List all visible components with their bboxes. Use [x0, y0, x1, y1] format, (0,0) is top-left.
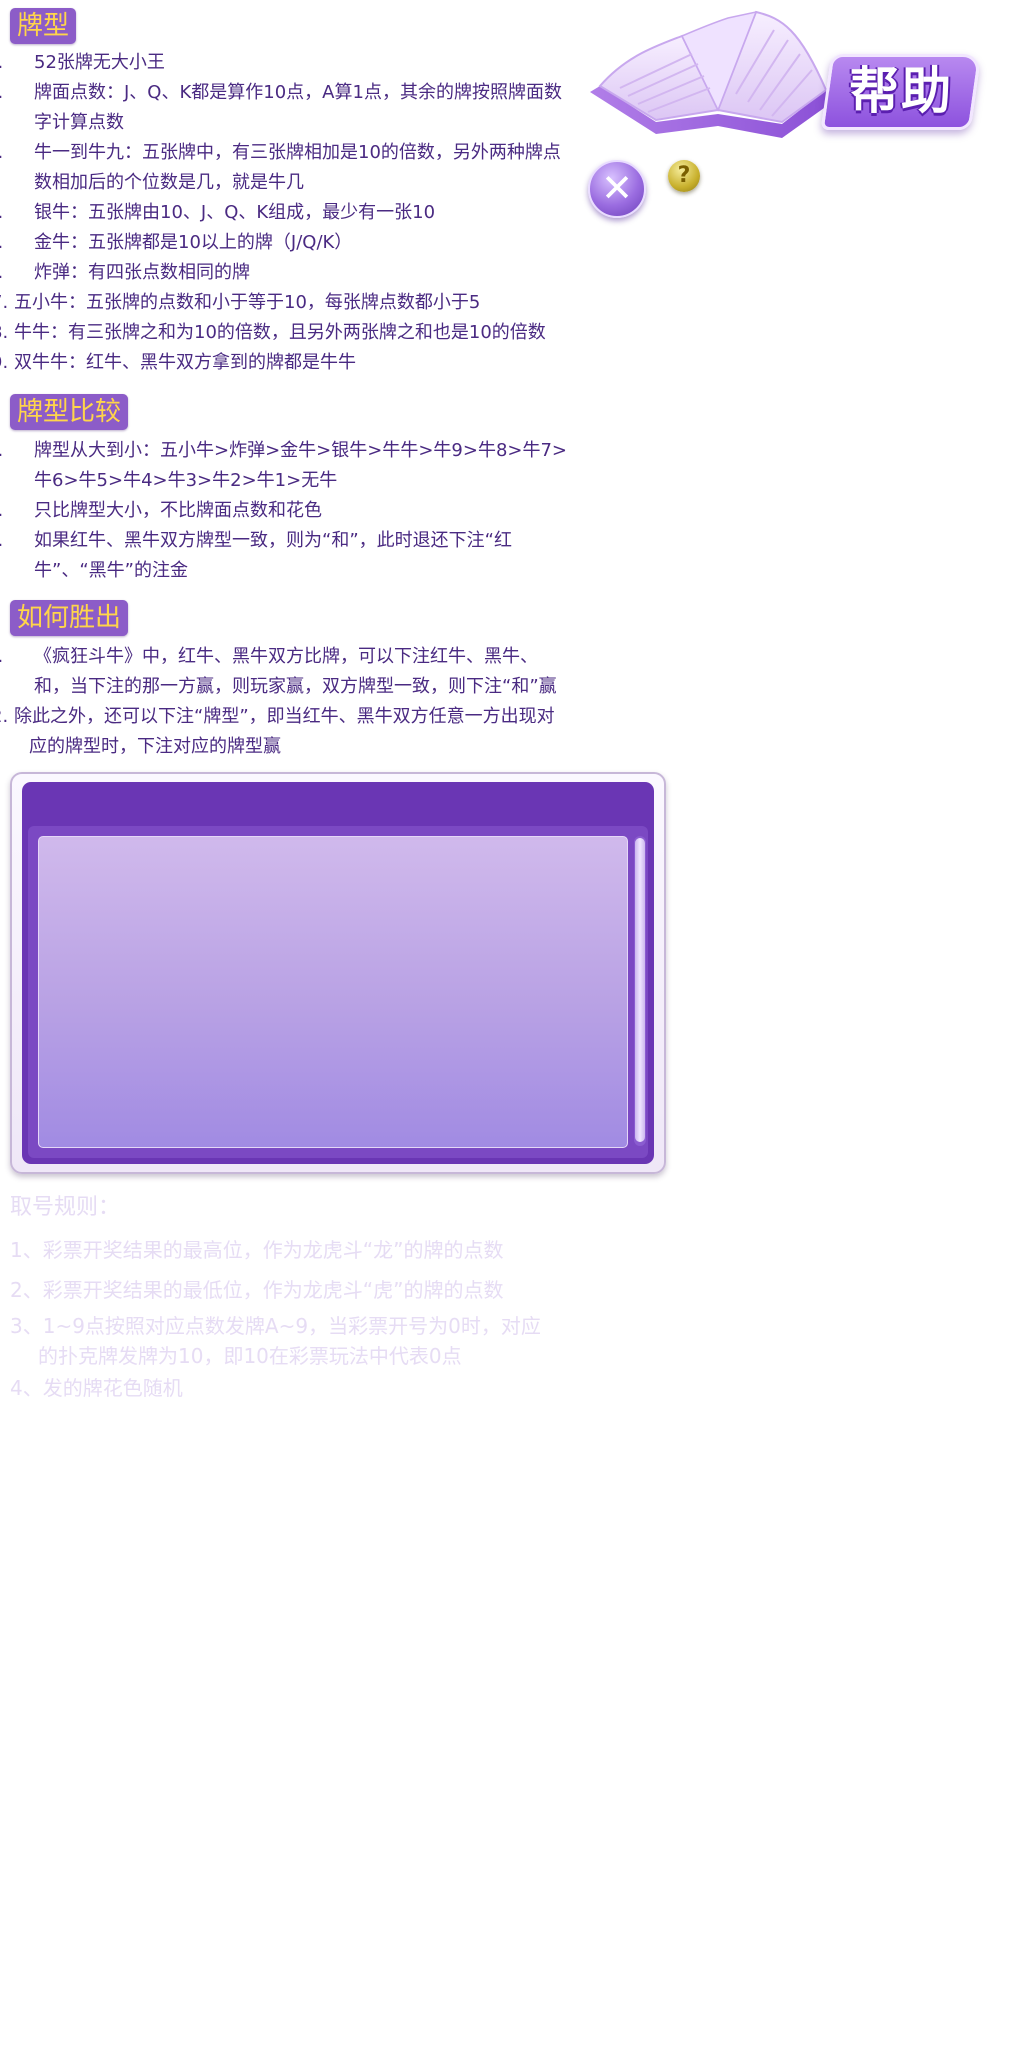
item-text: 炸弹：有四张点数相同的牌: [34, 262, 250, 283]
item-number: 1.: [0, 642, 34, 672]
faded-rule-item-1: 1、彩票开奖结果的最高位，作为龙虎斗“龙”的牌的点数: [10, 1238, 504, 1262]
card-type-item-4: 4.银牛：五张牌由10、J、Q、K组成，最少有一张10: [0, 198, 572, 228]
comparison-item-3: 3.如果红牛、黑牛双方牌型一致，则为“和”，此时退还下注“红牛”、“黑牛”的注金: [0, 526, 572, 586]
dialog-body: [28, 826, 648, 1158]
close-icon: ✕: [601, 166, 633, 210]
dialog-frame: [10, 772, 666, 1174]
item-number: 3.: [0, 526, 34, 556]
item-number: 6.: [0, 258, 34, 288]
item-number: 1.: [0, 48, 34, 78]
item-number: 3.: [0, 138, 34, 168]
faded-rules-title: 取号规则：: [10, 1195, 121, 1220]
faded-rule-item-3-cont: 的扑克牌发牌为10，即10在彩票玩法中代表0点: [38, 1344, 462, 1368]
section-heading-comparison: 牌型比较: [10, 394, 129, 430]
item-number: 5.: [0, 228, 34, 258]
card-type-item-2: 2.牌面点数：J、Q、K都是算作10点，A算1点，其余的牌按照牌面数字计算点数: [0, 78, 572, 138]
win-item-1: 1.《疯狂斗牛》中，红牛、黑牛双方比牌，可以下注红牛、黑牛、和，当下注的那一方赢…: [0, 642, 572, 702]
faded-rule-item-2: 2、彩票开奖结果的最低位，作为龙虎斗“虎”的牌的点数: [10, 1278, 504, 1302]
dialog-header: [22, 782, 654, 822]
item-text: 双牛牛：红牛、黑牛双方拿到的牌都是牛牛: [14, 352, 356, 373]
card-type-item-9: 9.双牛牛：红牛、黑牛双方拿到的牌都是牛牛: [0, 352, 356, 373]
section-heading-how-to-win: 如何胜出: [10, 600, 129, 636]
help-title-text: 帮助: [849, 62, 954, 120]
item-text: 如果红牛、黑牛双方牌型一致，则为“和”，此时退还下注“红牛”、“黑牛”的注金: [34, 530, 512, 581]
help-title-badge: 帮助: [820, 54, 982, 130]
item-text: 牌型从大到小：五小牛>炸弹>金牛>银牛>牛牛>牛9>牛8>牛7>牛6>牛5>牛4…: [34, 440, 568, 491]
card-type-item-7: 7.五小牛：五张牌的点数和小于等于10，每张牌点数都小于5: [0, 292, 481, 313]
item-text: 只比牌型大小，不比牌面点数和花色: [34, 500, 322, 521]
card-type-item-6: 6.炸弹：有四张点数相同的牌: [0, 258, 572, 288]
dialog-inner: [22, 782, 654, 1164]
comparison-item-1: 1.牌型从大到小：五小牛>炸弹>金牛>银牛>牛牛>牛9>牛8>牛7>牛6>牛5>…: [0, 436, 572, 496]
item-text: 金牛：五张牌都是10以上的牌（J/Q/K）: [34, 232, 353, 253]
item-number: 4.: [0, 198, 34, 228]
item-text: 牛一到牛九：五张牌中，有三张牌相加是10的倍数，另外两种牌点数相加后的个位数是几…: [34, 142, 561, 193]
dialog-content-panel: [38, 836, 628, 1148]
scrollbar-track[interactable]: [634, 836, 646, 1146]
faded-rule-item-3: 3、1~9点按照对应点数发牌A~9，当彩票开号为0时，对应: [10, 1314, 541, 1338]
item-number: 2.: [0, 78, 34, 108]
scrollbar-thumb[interactable]: [635, 838, 645, 1142]
item-text: 《疯狂斗牛》中，红牛、黑牛双方比牌，可以下注红牛、黑牛、和，当下注的那一方赢，则…: [34, 646, 557, 697]
comparison-item-2: 2.只比牌型大小，不比牌面点数和花色: [0, 496, 572, 526]
win-item-2: 2.除此之外，还可以下注“牌型”，即当红牛、黑牛双方任意一方出现对应的牌型时，下…: [0, 706, 555, 757]
book-icon: [590, 10, 838, 138]
question-icon: ?: [677, 163, 691, 188]
item-text: 牌面点数：J、Q、K都是算作10点，A算1点，其余的牌按照牌面数字计算点数: [34, 82, 562, 133]
help-question-button[interactable]: ?: [668, 160, 700, 192]
item-text: 52张牌无大小王: [34, 52, 165, 73]
card-type-item-5: 5.金牛：五张牌都是10以上的牌（J/Q/K）: [0, 228, 572, 258]
item-text: 银牛：五张牌由10、J、Q、K组成，最少有一张10: [34, 202, 436, 223]
card-type-item-8: 8.牛牛：有三张牌之和为10的倍数，且另外两张牌之和也是10的倍数: [0, 322, 546, 343]
card-type-item-3: 3.牛一到牛九：五张牌中，有三张牌相加是10的倍数，另外两种牌点数相加后的个位数…: [0, 138, 572, 198]
item-text: 牛牛：有三张牌之和为10的倍数，且另外两张牌之和也是10的倍数: [14, 322, 546, 343]
item-text: 除此之外，还可以下注“牌型”，即当红牛、黑牛双方任意一方出现对应的牌型时，下注对…: [14, 706, 555, 757]
item-number: 1.: [0, 436, 34, 466]
section-heading-card-types: 牌型: [10, 8, 77, 44]
card-type-item-1: 1.52张牌无大小王: [0, 48, 572, 78]
item-number: 2.: [0, 496, 34, 526]
item-text: 五小牛：五张牌的点数和小于等于10，每张牌点数都小于5: [14, 292, 481, 313]
faded-rule-item-4: 4、发的牌花色随机: [10, 1376, 183, 1400]
close-button[interactable]: ✕: [588, 160, 646, 218]
